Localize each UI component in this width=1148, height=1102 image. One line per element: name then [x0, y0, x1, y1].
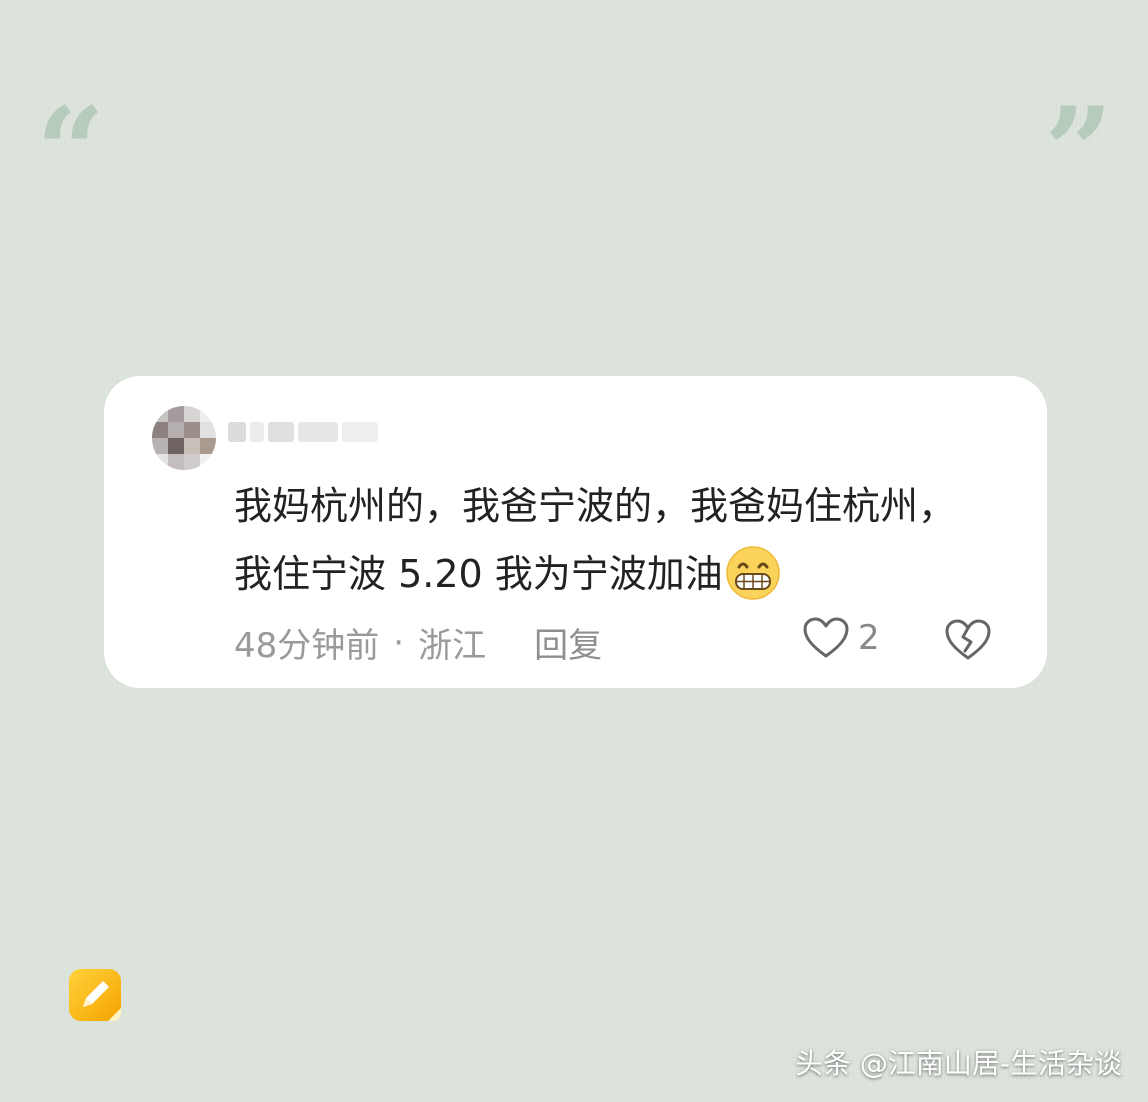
dislike-button[interactable] [944, 618, 992, 666]
comment-line-2-text: 我住宁波 5.20 我为宁波加油 [234, 552, 723, 596]
comment-line-2: 我住宁波 5.20 我为宁波加油 [234, 540, 1024, 608]
meta-separator: · [393, 622, 405, 663]
username-blurred[interactable] [228, 418, 378, 446]
watermark-text: 头条 @江南山居-生活杂谈 [794, 1047, 1122, 1080]
broken-heart-icon [945, 619, 991, 660]
pencil-note-icon [69, 969, 121, 1021]
comment-time: 48分钟前 [234, 626, 380, 666]
close-quote-mark: ” [1044, 81, 1113, 222]
comment-card: 我妈杭州的，我爸宁波的，我爸妈住杭州， 我住宁波 5.20 我为宁波加油 48分… [104, 376, 1047, 688]
reply-button[interactable]: 回复 [534, 618, 602, 667]
like-count: 2 [858, 618, 880, 658]
comment-line-1: 我妈杭州的，我爸宁波的，我爸妈住杭州， [234, 484, 957, 528]
comment-location: 浙江 [418, 626, 487, 666]
avatar[interactable] [152, 406, 216, 470]
open-quote-mark: “ [36, 81, 105, 222]
grinning-face-emoji-icon [726, 546, 780, 600]
comment-text: 我妈杭州的，我爸宁波的，我爸妈住杭州， 我住宁波 5.20 我为宁波加油 [234, 472, 1024, 608]
comment-meta: 48分钟前 · 浙江 回复 [234, 618, 602, 667]
heart-icon [803, 617, 849, 658]
like-button[interactable]: 2 [802, 616, 880, 660]
